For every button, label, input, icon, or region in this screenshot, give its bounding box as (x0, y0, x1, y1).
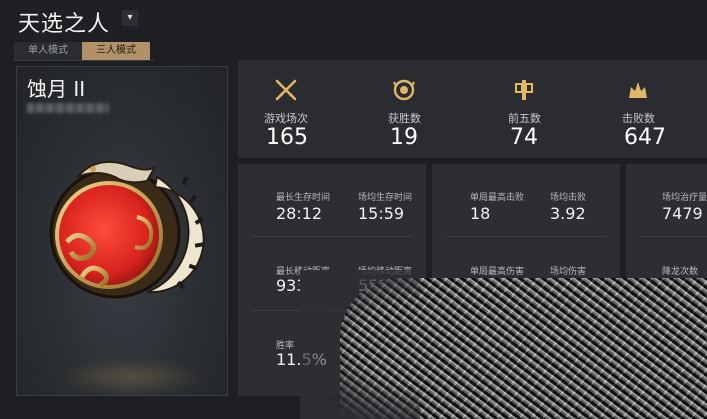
stat-label: 场均治疗量 (662, 193, 707, 203)
summary-value: 647 (624, 125, 666, 150)
summary-label: 游戏场次 (264, 112, 308, 125)
season-name: 蚀月 II (27, 77, 86, 101)
stat-value: 18 (470, 204, 491, 223)
stat-label: 单局最高击败 (470, 193, 525, 203)
stat-label: 场均生存时间 (358, 193, 413, 203)
summary-item-kills: 击败数 647 (622, 60, 707, 158)
summary-value: 19 (390, 125, 418, 150)
flag-banner-icon (515, 80, 533, 100)
stat-value: 28:12 (276, 204, 323, 223)
crossed-swords-icon (275, 79, 297, 101)
badge-glow (57, 357, 207, 397)
summary-value: 165 (266, 125, 308, 150)
summary-label: 获胜数 (388, 112, 421, 125)
stat-label: 最长生存时间 (276, 193, 331, 203)
laurel-emblem-icon (393, 79, 415, 101)
summary-label: 击败数 (622, 112, 655, 125)
tab-divider (14, 60, 154, 61)
summary-value: 74 (510, 125, 538, 150)
stat-value: 7479 (662, 204, 703, 223)
card-divider (252, 236, 412, 237)
tab-solo-mode[interactable]: 单人模式 (14, 42, 82, 60)
card-divider (640, 236, 707, 237)
summary-item-wins: 获胜数 19 (388, 60, 505, 158)
chevron-down-icon[interactable]: ▾ (122, 10, 138, 26)
stat-label: 场均击败 (550, 193, 587, 203)
summary-item-games: 游戏场次 165 (264, 60, 381, 158)
tab-trio-mode[interactable]: 三人模式 (82, 42, 150, 60)
header-bar: 天选之人 ▾ (0, 0, 707, 40)
card-divider (446, 236, 606, 237)
crown-helmet-icon (629, 82, 647, 98)
stat-value: 15:59 (358, 204, 405, 223)
stat-value: 3.92 (550, 204, 586, 223)
blurred-player-id (27, 103, 109, 113)
mode-tabs: 单人模式 三人模式 (14, 42, 150, 60)
noise-fade (300, 270, 420, 419)
page-title: 天选之人 (18, 12, 111, 37)
summary-label: 前五数 (508, 112, 541, 125)
season-badge-panel: 蚀月 II (16, 66, 228, 397)
summary-stats-bar: 游戏场次 165 获胜数 19 前五数 74 击败数 647 (238, 60, 707, 158)
dragon-seal-badge-icon (49, 161, 205, 299)
summary-item-top5: 前五数 74 (508, 60, 625, 158)
